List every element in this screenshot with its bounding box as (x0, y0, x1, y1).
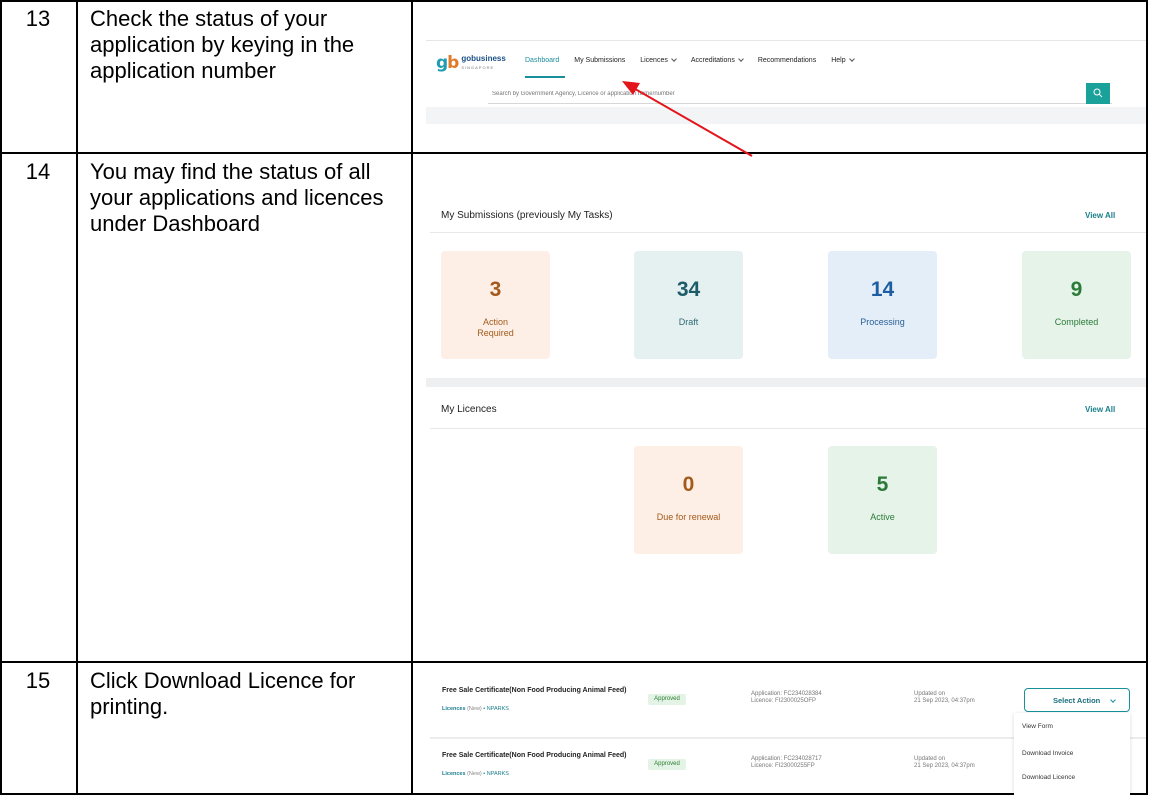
search-input[interactable] (492, 84, 1072, 103)
status-badge: Approved (648, 759, 686, 770)
gobusiness-logo[interactable]: gb gobusiness SINGAPORE (436, 53, 506, 73)
search-button[interactable] (1086, 83, 1110, 104)
card-count: 5 (876, 473, 889, 496)
card-count: 0 (682, 473, 695, 496)
search-bar (488, 84, 1112, 104)
card-label: Active (870, 512, 895, 522)
logo-sub: SINGAPORE (461, 65, 495, 70)
section-divider (430, 232, 1146, 233)
record-updated: Updated on 21 Sep 2023, 04:37pm (914, 756, 975, 769)
active-card[interactable]: 5 Active (828, 446, 937, 554)
draft-card[interactable]: 34 Draft (634, 251, 743, 359)
header-shadow-strip (426, 107, 1146, 124)
step-text: Check the status of your application by … (90, 6, 355, 83)
section-separator (426, 378, 1146, 387)
nav-help[interactable]: Help (831, 56, 855, 64)
row-divider-14-15 (0, 661, 1146, 663)
row-divider-13-14 (0, 152, 1146, 154)
section-divider (430, 428, 1146, 429)
action-required-card[interactable]: 3 Action Required (441, 251, 550, 359)
chevron-down-icon (1110, 697, 1116, 703)
card-label: Completed (1054, 317, 1099, 327)
chevron-down-icon (737, 56, 744, 62)
active-tab-indicator (525, 76, 565, 78)
nav-accreditations[interactable]: Accreditations (691, 56, 744, 64)
record-subtitle: Licences (New) • NPARKS (442, 706, 509, 712)
chevron-down-icon (671, 56, 677, 62)
chevron-down-icon (848, 56, 855, 62)
completed-card[interactable]: 9 Completed (1022, 251, 1131, 359)
menu-item-download-invoice[interactable]: Download Invoice (1022, 750, 1073, 757)
card-label: Processing (860, 317, 905, 327)
card-label: Action Required (477, 317, 514, 338)
column-divider-1 (76, 0, 78, 795)
card-count: 14 (870, 278, 895, 301)
status-badge: Approved (648, 694, 686, 705)
nav-dashboard[interactable]: Dashboard (525, 57, 559, 64)
select-action-label: Select Action (1053, 696, 1101, 705)
select-action-button[interactable]: Select Action (1024, 688, 1130, 712)
logo-mark: gb (436, 53, 459, 73)
step-number: 13 (25, 6, 51, 31)
main-nav: Dashboard My Submissions Licences Accred… (525, 56, 855, 64)
nav-my-submissions[interactable]: My Submissions (574, 57, 625, 64)
logo-word: gobusiness (461, 54, 506, 63)
record-ids: Application: FC234028717 Licence: FI23000… (751, 756, 822, 769)
card-label: Draft (678, 317, 699, 327)
view-all-licences-link[interactable]: View All (1085, 405, 1115, 414)
record-title: Free Sale Certificate(Non Food Producing… (442, 752, 627, 759)
processing-card[interactable]: 14 Processing (828, 251, 937, 359)
menu-item-view-form[interactable]: View Form (1022, 723, 1053, 730)
licences-title: My Licences (441, 404, 497, 415)
card-count: 34 (676, 278, 701, 301)
nav-licences[interactable]: Licences (640, 56, 677, 64)
submissions-title: My Submissions (previously My Tasks) (441, 210, 613, 221)
table-border-top (0, 0, 1146, 2)
record-title: Free Sale Certificate(Non Food Producing… (442, 687, 627, 694)
view-all-submissions-link[interactable]: View All (1085, 211, 1115, 220)
select-action-menu: View Form Download Invoice Download Lice… (1014, 713, 1130, 795)
record-ids: Application: FC234028384 Licence: FI23000… (751, 691, 822, 704)
step-number: 15 (25, 668, 51, 693)
nav-recommendations[interactable]: Recommendations (758, 57, 816, 64)
due-for-renewal-card[interactable]: 0 Due for renewal (634, 446, 743, 554)
card-count: 3 (489, 278, 502, 301)
card-count: 9 (1070, 278, 1083, 301)
step-text: Click Download Licence for printing. (90, 668, 356, 719)
column-divider-2 (411, 0, 413, 795)
search-icon (1093, 88, 1103, 98)
step-number: 14 (25, 159, 51, 184)
red-pointer-arrow-icon (622, 81, 753, 157)
menu-item-download-licence[interactable]: Download Licence (1022, 774, 1075, 781)
step-text: You may find the status of all your appl… (90, 159, 384, 236)
record-updated: Updated on 21 Sep 2023, 04:37pm (914, 691, 975, 704)
record-subtitle: Licences (New) • NPARKS (442, 771, 509, 777)
table-border-right (1146, 0, 1148, 795)
card-label: Due for renewal (656, 512, 721, 522)
